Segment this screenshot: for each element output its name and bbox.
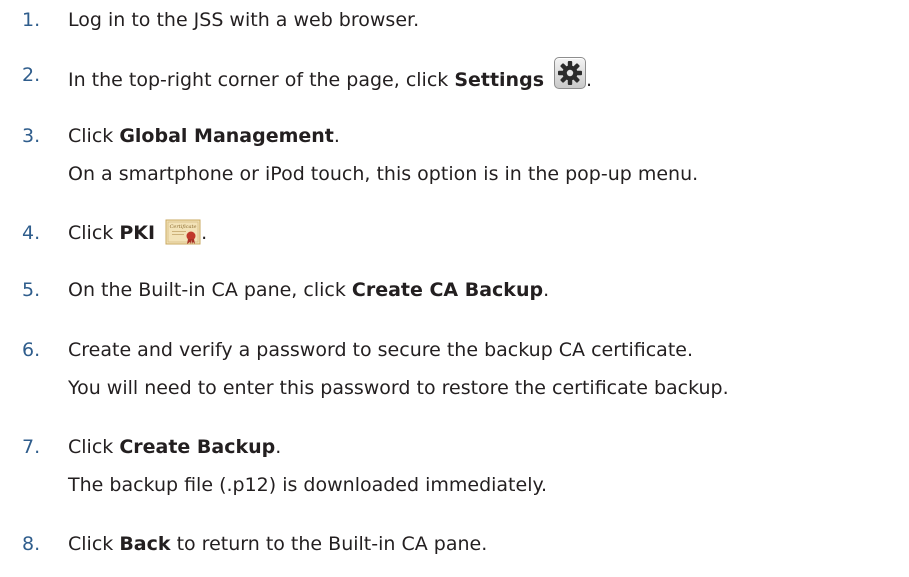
step-text: On the Built-in CA pane, click: [68, 279, 352, 301]
step-number: 4.: [22, 222, 41, 244]
gear-icon: [554, 57, 587, 89]
step-number: 6.: [22, 339, 41, 361]
step-text: In the top-right corner of the page, cli…: [68, 69, 455, 91]
step-number: 3.: [22, 125, 41, 147]
step-bold-term: Global Management: [119, 125, 334, 147]
step-bold-term: Create Backup: [119, 436, 276, 458]
step-text-end: .: [201, 222, 208, 244]
step-number: 2.: [22, 64, 41, 86]
step-text: Log in to the JSS with a web browser.: [68, 9, 420, 31]
step-number: 8.: [22, 533, 41, 555]
step-text-end: to return to the Built-in CA pane.: [170, 533, 488, 555]
step-note: You will need to enter this password to …: [68, 377, 729, 399]
step-number: 5.: [22, 279, 41, 301]
step-text: Click: [68, 222, 120, 244]
step-text-end: .: [543, 279, 550, 301]
step-text-end: .: [333, 125, 340, 147]
step-number: 7.: [22, 436, 41, 458]
step-text-end: .: [586, 69, 593, 91]
step-text: Create and verify a password to secure t…: [68, 339, 694, 361]
certificate-icon-label: Certificate: [170, 224, 197, 230]
step-text: Click: [68, 533, 120, 555]
step-text: Click: [68, 436, 120, 458]
step-bold-term: PKI: [119, 222, 156, 244]
instruction-steps: 1. Log in to the JSS with a web browser.…: [0, 0, 909, 577]
step-number: 1.: [22, 9, 41, 31]
step-note: On a smartphone or iPod touch, this opti…: [68, 163, 699, 185]
step-bold-term: Back: [119, 533, 171, 555]
step-text-end: .: [275, 436, 282, 458]
step-bold-term: Create CA Backup: [351, 279, 544, 301]
step-text: Click: [68, 125, 120, 147]
step-bold-term: Settings: [454, 69, 544, 91]
certificate-icon: Certificate: [165, 219, 201, 245]
step-note: The backup file (.p12) is downloaded imm…: [68, 474, 548, 496]
